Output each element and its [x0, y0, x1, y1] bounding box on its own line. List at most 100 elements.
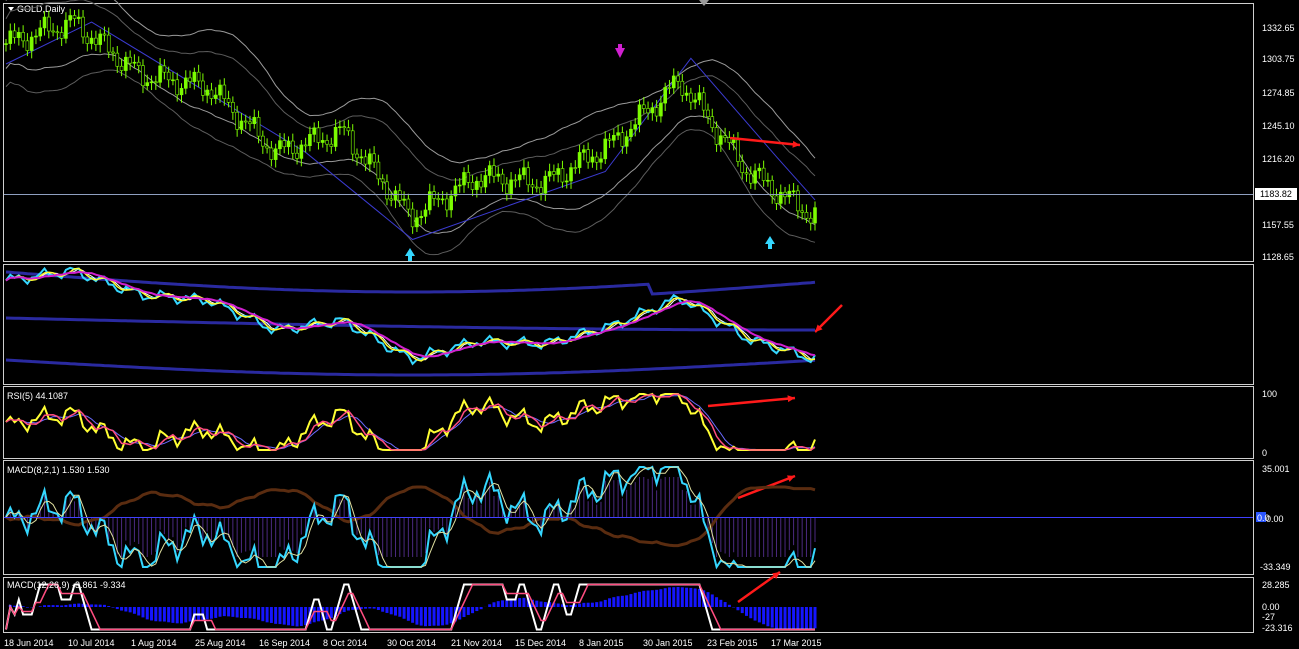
candle — [723, 135, 727, 139]
candle — [76, 16, 81, 19]
candle — [248, 121, 252, 125]
candle — [744, 172, 749, 175]
candle — [470, 182, 475, 190]
candle — [684, 92, 689, 96]
candle — [4, 43, 8, 45]
candle — [252, 117, 257, 125]
candle — [243, 120, 248, 123]
candle — [552, 171, 556, 175]
candle — [290, 140, 295, 154]
candle — [273, 148, 278, 160]
candle — [196, 71, 201, 82]
candle — [325, 140, 329, 145]
candle — [34, 35, 38, 38]
candle — [748, 173, 753, 184]
candle — [12, 30, 17, 38]
candle — [629, 128, 633, 138]
chart-canvas: GOLD,Daily 1183.82 1332.65 1303.75 1274.… — [0, 0, 1299, 649]
candle — [796, 190, 800, 212]
candle — [462, 172, 466, 186]
candle — [787, 190, 792, 198]
macd2-tick: 28.285 — [1262, 580, 1290, 590]
candle — [778, 191, 783, 204]
candle — [303, 144, 308, 147]
candle — [522, 167, 526, 176]
candle — [8, 30, 13, 44]
candle — [115, 52, 120, 67]
candle — [21, 32, 25, 42]
price-tick: 1216.20 — [1262, 154, 1295, 164]
candle — [603, 138, 608, 160]
candle — [359, 156, 364, 159]
candle — [17, 32, 21, 38]
macd1-tick: 35.001 — [1262, 464, 1290, 474]
candle — [149, 81, 154, 84]
candle — [94, 37, 98, 45]
candle — [650, 107, 655, 114]
candle — [376, 161, 381, 180]
candle — [201, 80, 205, 96]
candle — [530, 184, 535, 188]
candle — [175, 79, 180, 96]
candle — [423, 209, 428, 217]
time-tick: 30 Jan 2015 — [643, 638, 693, 648]
candle — [389, 198, 394, 201]
candle — [496, 173, 501, 177]
candle — [89, 37, 94, 44]
candle — [607, 138, 612, 141]
candle — [295, 152, 299, 159]
candle — [286, 140, 291, 148]
candle — [171, 79, 175, 82]
candle — [25, 40, 30, 51]
price-tick: 1157.55 — [1262, 220, 1294, 230]
macd1-tick: -33.349 — [1260, 562, 1291, 572]
candle — [278, 140, 282, 150]
candle — [350, 130, 355, 155]
candle — [731, 139, 736, 143]
candle — [813, 207, 817, 224]
candle — [59, 32, 64, 39]
candle — [402, 198, 406, 201]
candle — [372, 153, 376, 163]
candle — [222, 84, 227, 99]
candle — [475, 180, 479, 190]
candle — [205, 89, 209, 96]
candle — [590, 156, 595, 163]
candle — [162, 65, 167, 73]
candle — [534, 186, 539, 189]
candle — [355, 153, 359, 159]
candle — [179, 88, 184, 96]
candle — [457, 184, 462, 187]
rsi-tick-100: 100 — [1262, 389, 1277, 399]
candle — [671, 75, 676, 89]
current-price-label: 1183.82 — [1260, 189, 1292, 199]
candle — [804, 212, 809, 219]
candle — [29, 36, 34, 51]
candle — [616, 132, 620, 136]
time-tick: 10 Jul 2014 — [68, 638, 115, 648]
candle — [42, 16, 47, 29]
candle — [487, 165, 492, 176]
time-tick: 17 Mar 2015 — [771, 638, 822, 648]
candle — [282, 140, 287, 148]
candle — [445, 198, 449, 211]
candle — [612, 135, 616, 141]
candle — [363, 156, 368, 165]
candle — [753, 170, 757, 184]
candle — [449, 195, 453, 211]
candle — [676, 75, 680, 82]
price-tick: 1128.65 — [1262, 252, 1294, 262]
price-tick: 1274.85 — [1262, 88, 1295, 98]
macd1-label: MACD(8,2,1) 1.530 1.530 — [7, 465, 110, 475]
candle — [226, 98, 231, 103]
time-tick: 25 Aug 2014 — [195, 638, 246, 648]
candle — [654, 107, 659, 117]
candle — [166, 71, 171, 81]
candle — [393, 190, 398, 201]
candle — [569, 167, 573, 182]
macd2-tick: 0.00 — [1262, 602, 1280, 612]
candle — [513, 179, 518, 182]
candle — [432, 191, 436, 199]
candle — [192, 71, 197, 82]
candle — [368, 153, 372, 165]
